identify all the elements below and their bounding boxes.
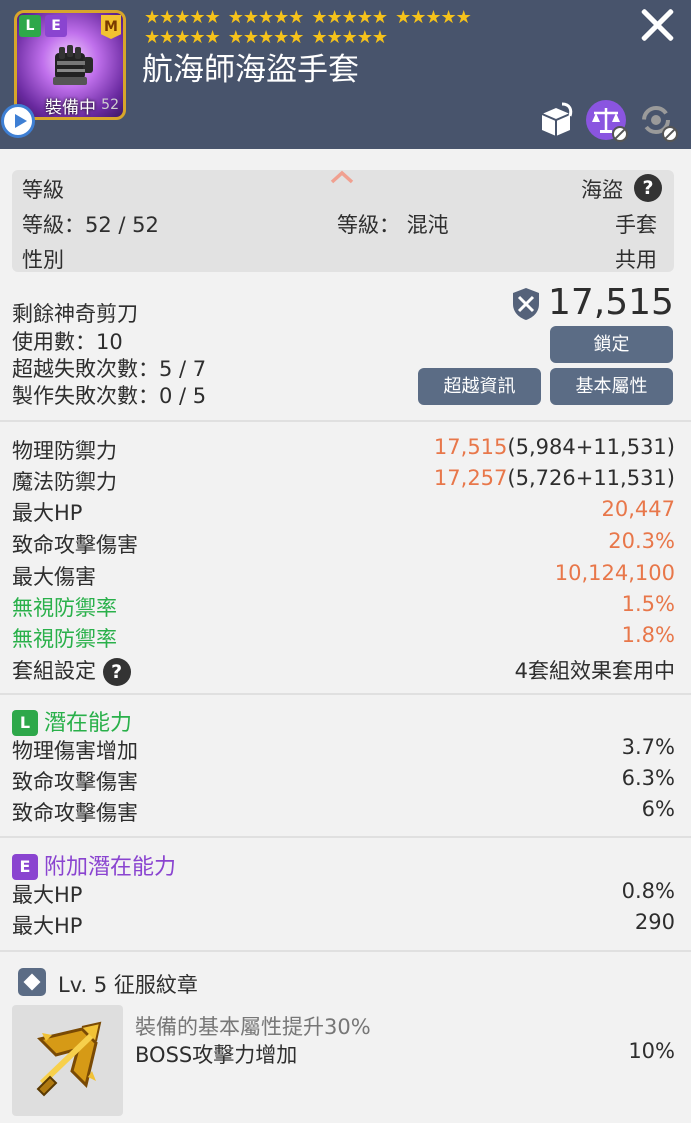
stat-label: 無視防禦率 [12,627,117,651]
emblem-image-box[interactable] [12,1005,123,1116]
stat-value: 10,124,100 [554,561,675,585]
disabled-badge-icon [612,126,628,142]
play-button[interactable] [1,104,35,138]
legendary-grade-tag: L [19,15,41,37]
additional-potential-label: 最大HP [12,883,83,907]
stat-label: 最大傷害 [12,565,96,589]
divider [0,836,691,838]
potential-value: 3.7% [621,735,675,759]
compare-scale-icon[interactable] [586,100,628,142]
stat-value: 17,257(5,726+11,531) [434,466,675,490]
m-badge-icon: M [101,15,121,39]
emblem-effect-value: 10% [628,1039,675,1063]
legendary-grade-tag: L [12,710,38,736]
share-icon[interactable] [536,100,576,140]
potential-title: L 潛在能力 [12,705,132,737]
emblem-title: Lv. 5 征服紋章 [58,973,198,997]
job-class: 海盜 [581,178,623,202]
additional-potential-title: E 附加潛在能力 [12,849,176,881]
stat-detail: (5,726+11,531) [507,466,675,490]
stat-label: 最大HP [12,501,83,525]
emblem-diamond-icon [18,968,46,996]
additional-potential-value: 290 [634,910,675,934]
item-level-small: 52 [101,97,119,113]
potential-value: 6% [641,797,675,821]
stat-label: 物理防禦力 [12,439,117,463]
stat-value: 1.8% [621,623,675,647]
star-force-stars: ★★★★★ ★★★★★ ★★★★★ ★★★★★ ★★★★★ ★★★★★ ★★★★★ [144,8,524,48]
star-group: ★★★★★ [227,7,305,28]
chevron-up-icon[interactable] [330,170,354,184]
stat-value: 1.5% [621,592,675,616]
transcend-fail-count: 超越失敗次數：5 / 7 [12,357,207,381]
stat-label: 魔法防禦力 [12,470,117,494]
base-stats-button[interactable]: 基本屬性 [550,368,673,405]
divider [0,693,691,695]
equip-slot: 手套 [615,213,657,237]
stat-label: 無視防禦率 [12,596,117,620]
potential-value: 6.3% [621,766,675,790]
glove-icon [53,45,93,85]
set-label-text: 套組設定 [12,659,96,683]
disabled-badge-icon [662,126,678,142]
stat-detail: (5,984+11,531) [507,435,675,459]
star-group: ★★★★★ [311,7,388,28]
stat-total: 17,257 [433,466,508,490]
cycle-icon[interactable] [636,100,678,142]
additional-potential-value: 0.8% [621,879,675,903]
gender-value: 共用 [615,248,657,272]
item-thumbnail[interactable]: L E M 裝備中 52 [14,10,126,120]
level-label: 等級 [22,178,64,202]
transcend-info-button[interactable]: 超越資訊 [418,368,541,405]
stat-value: 20,447 [601,497,675,521]
potential-label: 致命攻擊傷害 [12,801,138,825]
potential-label: 致命攻擊傷害 [12,770,138,794]
potential-label: 物理傷害增加 [12,739,138,763]
combat-power-shield-icon [513,288,539,320]
item-name: 航海師海盜手套 [142,52,359,88]
stat-value: 20.3% [608,529,675,553]
scissors-uses: 使用數：10 [12,330,123,354]
divider [0,420,691,422]
item-header: L E M 裝備中 52 ★★★★★ ★★★★★ ★★★★★ ★★★★★ ★★★★★ ★… [0,0,691,149]
emblem-description: 裝備的基本屬性提升30% [135,1015,371,1039]
stat-total: 17,515 [433,435,508,459]
craft-fail-count: 製作失敗次數：0 / 5 [12,384,207,408]
additional-potential-title-text: 附加潛在能力 [44,855,177,880]
level-value: 等級：52 / 52 [22,213,159,237]
set-label: 套組設定 ? [12,655,131,686]
epic-grade-tag: E [45,15,67,37]
additional-potential-label: 最大HP [12,914,83,938]
star-group: ★★★★★ [144,7,221,28]
remaining-scissors: 剩餘神奇剪刀 [12,302,138,326]
set-value: 4套組效果套用中 [514,659,675,683]
divider [0,950,691,952]
star-group: ★★★★★ [395,7,472,28]
equipped-label: 裝備中 [45,98,96,118]
crossbow-emblem-icon [36,1021,102,1097]
gender-label: 性別 [22,248,64,272]
close-button[interactable] [636,4,678,46]
set-help-icon[interactable]: ? [102,658,131,686]
epic-grade-tag: E [12,854,38,880]
emblem-effect-label: BOSS攻擊力增加 [135,1043,298,1067]
potential-title-text: 潛在能力 [44,711,133,736]
job-help-icon[interactable]: ? [634,174,662,202]
stat-value: 17,515(5,984+11,531) [434,435,675,459]
combat-power-value: 17,515 [548,282,674,323]
stat-label: 致命攻擊傷害 [12,533,138,557]
item-grade: 等級： 混沌 [337,213,449,237]
lock-button[interactable]: 鎖定 [550,326,673,363]
